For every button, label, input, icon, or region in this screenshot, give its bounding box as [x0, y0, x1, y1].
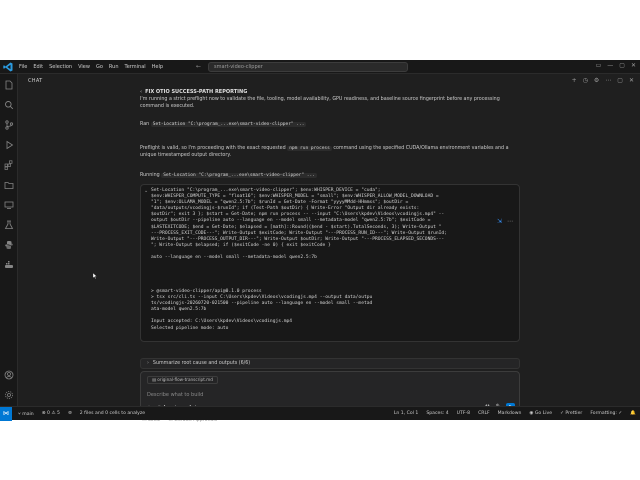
minimize-icon[interactable]: — [607, 62, 613, 69]
terminal-output-card: ⌄ Set-Location "C:\program_...exe\smart-… [140, 184, 520, 342]
proceeding-paragraph: Preflight is valid, so I'm proceeding wi… [140, 145, 525, 159]
menu-bar: File Edit Selection View Go Run Terminal… [16, 60, 166, 74]
close-panel-icon[interactable]: ✕ [629, 77, 634, 84]
todo-summary-row[interactable]: › Summarize root cause and outputs (6/6) [140, 358, 520, 369]
menu-file[interactable]: File [16, 60, 30, 74]
settings-icon[interactable]: ⚙ [594, 77, 599, 84]
notifications-bell-icon[interactable]: 🔔 [630, 407, 636, 421]
run-debug-icon[interactable] [4, 140, 14, 150]
title-bar: File Edit Selection View Go Run Terminal… [0, 60, 640, 74]
branch-indicator[interactable]: ⑂ main [18, 411, 34, 417]
panel-header: CHAT + ◷ ⚙ ⋯ ▢ ✕ [18, 74, 638, 88]
summary-text: Summarize root cause and outputs (6/6) [152, 361, 251, 366]
more-terminal-icon[interactable]: ⋯ [507, 218, 513, 225]
activity-bar [0, 74, 18, 406]
ran-command[interactable]: Set-Location "C:\program_...exe\smart-vi… [150, 122, 307, 127]
terminal-actions: ⇲ ⋯ [497, 218, 513, 225]
docker-icon[interactable] [4, 260, 14, 270]
ran-label: Ran [140, 122, 150, 127]
nav-arrows: ← [196, 63, 201, 70]
running-label: Running [140, 173, 160, 178]
attachment-name: original-flow-transcript.md [157, 377, 213, 382]
accounts-icon[interactable] [4, 370, 14, 380]
line-endings[interactable]: CRLF [478, 407, 490, 421]
prettier-label: Prettier [565, 411, 583, 416]
response-heading[interactable]: ‹ FIX OTIO SUCCESS-PATH REPORTING [140, 89, 247, 95]
python-icon[interactable] [4, 240, 14, 250]
source-control-icon[interactable] [4, 120, 14, 130]
status-bar: ⋈ ⑂ main ⊗ 0 ⚠ 5 ⊚ 2 files and 0 cells t… [0, 406, 640, 421]
collapse-chevron-icon[interactable]: ⌄ [144, 188, 148, 194]
menu-terminal[interactable]: Terminal [122, 60, 149, 74]
terminal-command-text: Set-Location "C:\program_...exe\smart-vi… [151, 188, 447, 261]
vscode-logo-icon [3, 62, 13, 71]
problems-indicator[interactable]: ⊗ 0 ⚠ 5 [42, 411, 60, 417]
maximize-panel-icon[interactable]: ▢ [617, 77, 623, 84]
close-icon[interactable]: ✕ [631, 62, 636, 69]
warning-count: 5 [57, 410, 60, 416]
ran-line: Ran Set-Location "C:\program_...exe\smar… [140, 121, 525, 128]
testing-icon[interactable] [4, 220, 14, 230]
terminal-output-text: > @smart-video-clipper/api@0.1.0 process… [151, 289, 373, 331]
status-left: ⑂ main ⊗ 0 ⚠ 5 ⊚ 2 files and 0 cells to … [18, 411, 145, 417]
menu-go[interactable]: Go [93, 60, 106, 74]
error-count: 0 [47, 410, 50, 416]
remote-explorer-icon[interactable] [4, 200, 14, 210]
para2-start: Preflight is valid, so I'm proceeding wi… [140, 146, 286, 151]
attachment-chip[interactable]: ▤ original-flow-transcript.md [147, 376, 218, 384]
formatting-status[interactable]: Formatting: ✓ [590, 407, 622, 421]
folder-icon[interactable] [4, 180, 14, 190]
encoding[interactable]: UTF-8 [457, 407, 470, 421]
menu-selection[interactable]: Selection [46, 60, 75, 74]
npm-run-process-code: npm run process [287, 146, 332, 151]
chevron-right-icon: › [147, 361, 149, 366]
running-command[interactable]: Set-Location "C:\program_...exe\smart-vi… [161, 173, 317, 178]
cursor-position[interactable]: Ln 1, Col 1 [394, 407, 418, 421]
vscode-window: File Edit Selection View Go Run Terminal… [0, 60, 640, 423]
explorer-icon[interactable] [4, 80, 14, 90]
mouse-cursor-icon [93, 273, 97, 279]
go-live-label: Go Live [534, 411, 553, 416]
back-arrow-icon[interactable]: ← [196, 63, 201, 70]
settings-gear-icon[interactable] [4, 390, 14, 400]
prettier-status[interactable]: ✓ Prettier [560, 407, 582, 421]
remote-indicator-icon[interactable]: ⋈ [0, 406, 12, 421]
new-chat-icon[interactable]: + [572, 77, 577, 84]
chat-input-placeholder[interactable]: Describe what to build [147, 392, 203, 398]
analysis-status[interactable]: 2 files and 0 cells to analyze [80, 411, 145, 417]
running-line: Running Set-Location "C:\program_...exe\… [140, 172, 525, 179]
focus-terminal-icon[interactable]: ⇲ [497, 218, 502, 225]
command-center-label: smart-video-clipper [214, 64, 263, 70]
heading-text: FIX OTIO SUCCESS-PATH REPORTING [145, 89, 248, 95]
menu-edit[interactable]: Edit [30, 60, 46, 74]
search-icon[interactable] [4, 100, 14, 110]
panel-actions: + ◷ ⚙ ⋯ ▢ ✕ [572, 77, 634, 84]
command-center-search[interactable]: smart-video-clipper [208, 62, 408, 72]
preflight-paragraph: I'm running a strict preflight now to va… [140, 97, 500, 109]
panel-title: CHAT [28, 78, 43, 84]
menu-run[interactable]: Run [106, 60, 122, 74]
language-mode[interactable]: Markdown [498, 407, 522, 421]
go-live-button[interactable]: ◉ Go Live [529, 407, 552, 421]
chat-transcript: ‹ FIX OTIO SUCCESS-PATH REPORTING I'm run… [136, 88, 526, 423]
branch-name: main [22, 411, 34, 417]
indentation[interactable]: Spaces: 4 [426, 407, 448, 421]
menu-view[interactable]: View [75, 60, 93, 74]
layout-icon[interactable]: ▭ [596, 62, 602, 69]
maximize-icon[interactable]: ▢ [619, 62, 625, 69]
menu-help[interactable]: Help [149, 60, 166, 74]
extensions-icon[interactable] [4, 160, 14, 170]
title-controls: ▭ — ▢ ✕ [596, 62, 636, 69]
status-right: Ln 1, Col 1 Spaces: 4 UTF-8 CRLF Markdow… [394, 407, 636, 421]
chat-panel: CHAT + ◷ ⚙ ⋯ ▢ ✕ ‹ FIX OTIO SUCCESS-PATH … [18, 74, 638, 423]
chevron-left-icon: ‹ [140, 89, 143, 95]
more-actions-icon[interactable]: ⋯ [605, 77, 611, 84]
broadcast-icon[interactable]: ⊚ [68, 411, 72, 417]
history-icon[interactable]: ◷ [583, 77, 588, 84]
